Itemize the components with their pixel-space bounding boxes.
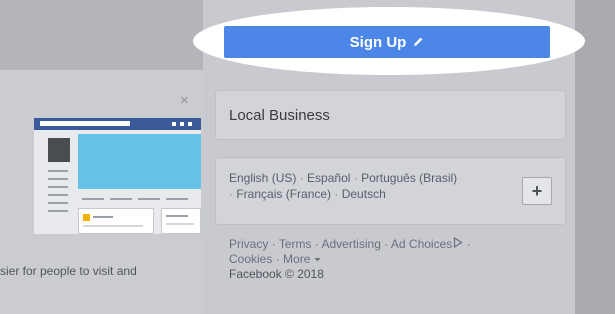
separator: · <box>384 237 389 251</box>
preview-side-line <box>166 215 188 217</box>
footer-terms[interactable]: Terms <box>279 237 312 251</box>
local-business-label: Local Business <box>229 106 330 124</box>
preview-nav-line <box>48 194 68 196</box>
language-espanol[interactable]: Español <box>307 171 350 185</box>
preview-icon <box>172 122 176 126</box>
preview-post-box <box>78 208 154 234</box>
preview-cover-photo <box>78 134 201 189</box>
preview-nav-line <box>48 202 68 204</box>
separator: · <box>334 187 339 201</box>
sign-up-button[interactable]: Sign Up <box>224 26 550 58</box>
preview-icon <box>188 122 192 126</box>
description-text: sier for people to visit and <box>0 264 137 278</box>
footer-copyright: Facebook © 2018 <box>229 267 324 282</box>
sign-up-label: Sign Up <box>349 33 407 51</box>
more-languages-button[interactable]: + <box>522 177 552 205</box>
preview-nav-line <box>48 210 68 212</box>
preview-tab <box>110 198 132 200</box>
preview-nav-line <box>48 178 68 180</box>
preview-tab <box>82 198 104 200</box>
language-francais[interactable]: Français (France) <box>236 187 331 201</box>
preview-nav-line <box>48 186 68 188</box>
ad-choices-icon[interactable] <box>453 237 463 252</box>
close-icon[interactable]: × <box>180 93 189 108</box>
page-preview-image <box>34 118 201 234</box>
preview-topbar <box>34 118 201 130</box>
preview-nav-line <box>48 170 68 172</box>
separator: · <box>353 171 358 185</box>
preview-side-box <box>161 208 201 234</box>
separator: · <box>299 171 304 185</box>
preview-tab <box>166 198 188 200</box>
footer-more[interactable]: More <box>283 252 310 266</box>
footer-ad-choices[interactable]: Ad Choices <box>391 237 452 251</box>
plus-icon: + <box>531 180 543 201</box>
pencil-icon <box>412 36 424 48</box>
preview-post-line <box>83 225 143 227</box>
footer-cookies[interactable]: Cookies <box>229 252 272 266</box>
language-card: English (US) · Español · Português (Bras… <box>215 157 566 225</box>
chevron-down-icon[interactable] <box>314 252 321 266</box>
separator: · <box>275 252 280 267</box>
language-deutsch[interactable]: Deutsch <box>342 187 386 201</box>
separator: · <box>314 237 319 251</box>
separator: · <box>229 187 233 201</box>
preview-post-line <box>93 216 113 218</box>
preview-tab <box>138 198 160 200</box>
language-portugues[interactable]: Português (Brasil) <box>361 171 457 185</box>
preview-side-line <box>166 223 194 225</box>
preview-search-bar <box>40 121 130 126</box>
language-english[interactable]: English (US) <box>229 171 296 185</box>
preview-profile-picture <box>48 138 70 162</box>
preview-icon <box>180 122 184 126</box>
local-business-card[interactable]: Local Business <box>215 90 566 140</box>
separator: · <box>466 237 471 251</box>
footer-privacy[interactable]: Privacy <box>229 237 268 251</box>
preview-post-icon <box>83 214 90 221</box>
footer-links: Privacy · Terms · Advertising · Ad Choic… <box>229 237 559 282</box>
footer-advertising[interactable]: Advertising <box>322 237 381 251</box>
separator: · <box>271 237 276 251</box>
